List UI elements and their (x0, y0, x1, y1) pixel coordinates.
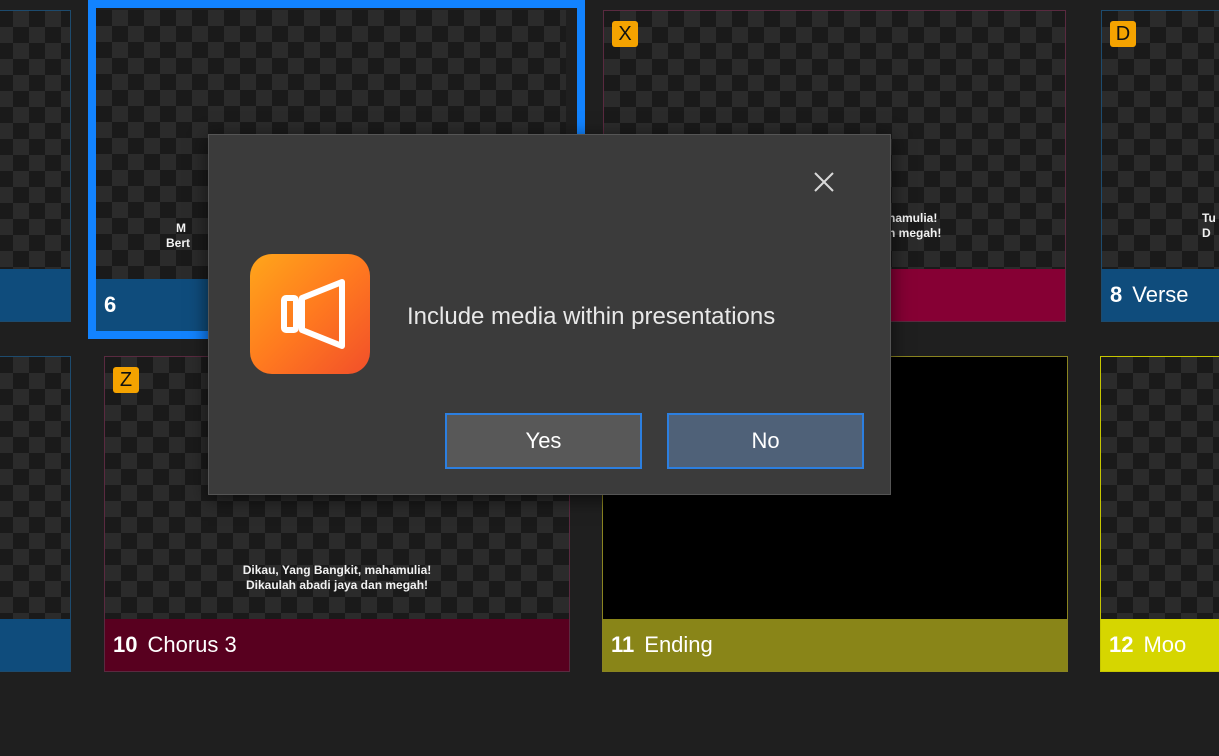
slide-lyric-line: Tu (1202, 211, 1216, 225)
slide-badge: Z (113, 367, 139, 393)
slide-title: Chorus 3 (147, 632, 237, 657)
slide-thumb-8[interactable]: D Tu D 8 Verse (1101, 10, 1219, 322)
no-button[interactable]: No (667, 413, 864, 469)
slide-thumb-left-bottom[interactable] (0, 356, 71, 672)
presentation-app-icon-glyph (281, 279, 345, 349)
slide-badge: X (612, 21, 638, 47)
include-media-dialog: Include media within presentations Yes N… (208, 134, 891, 495)
slide-thumb-12[interactable]: 12 Moo (1100, 356, 1219, 672)
slide-title: Ending (644, 632, 713, 657)
yes-button[interactable]: Yes (445, 413, 642, 469)
slide-lyric-line: n megah! (888, 226, 942, 240)
slide-number: 11 (611, 632, 635, 657)
slide-lyric-line: hamulia! (888, 211, 938, 225)
dialog-message: Include media within presentations (407, 303, 776, 330)
close-icon[interactable] (809, 167, 839, 197)
slide-lyric-line: D (1202, 226, 1211, 240)
slide-badge: D (1110, 21, 1136, 47)
slide-thumb-left-top[interactable] (0, 10, 71, 322)
close-icon-glyph (814, 172, 834, 192)
slide-number: 12 (1109, 632, 1134, 657)
slide-title: Verse (1132, 282, 1189, 307)
slide-title: Moo (1143, 632, 1187, 657)
presentation-app-icon (250, 254, 370, 374)
slide-lyric-line: Dikaulah abadi jaya dan megah! (245, 578, 429, 592)
slide-lyric-line: Dikau, Yang Bangkit, mahamulia! (242, 563, 432, 577)
slide-number: 8 (1110, 282, 1123, 307)
slide-number: 10 (113, 632, 138, 657)
